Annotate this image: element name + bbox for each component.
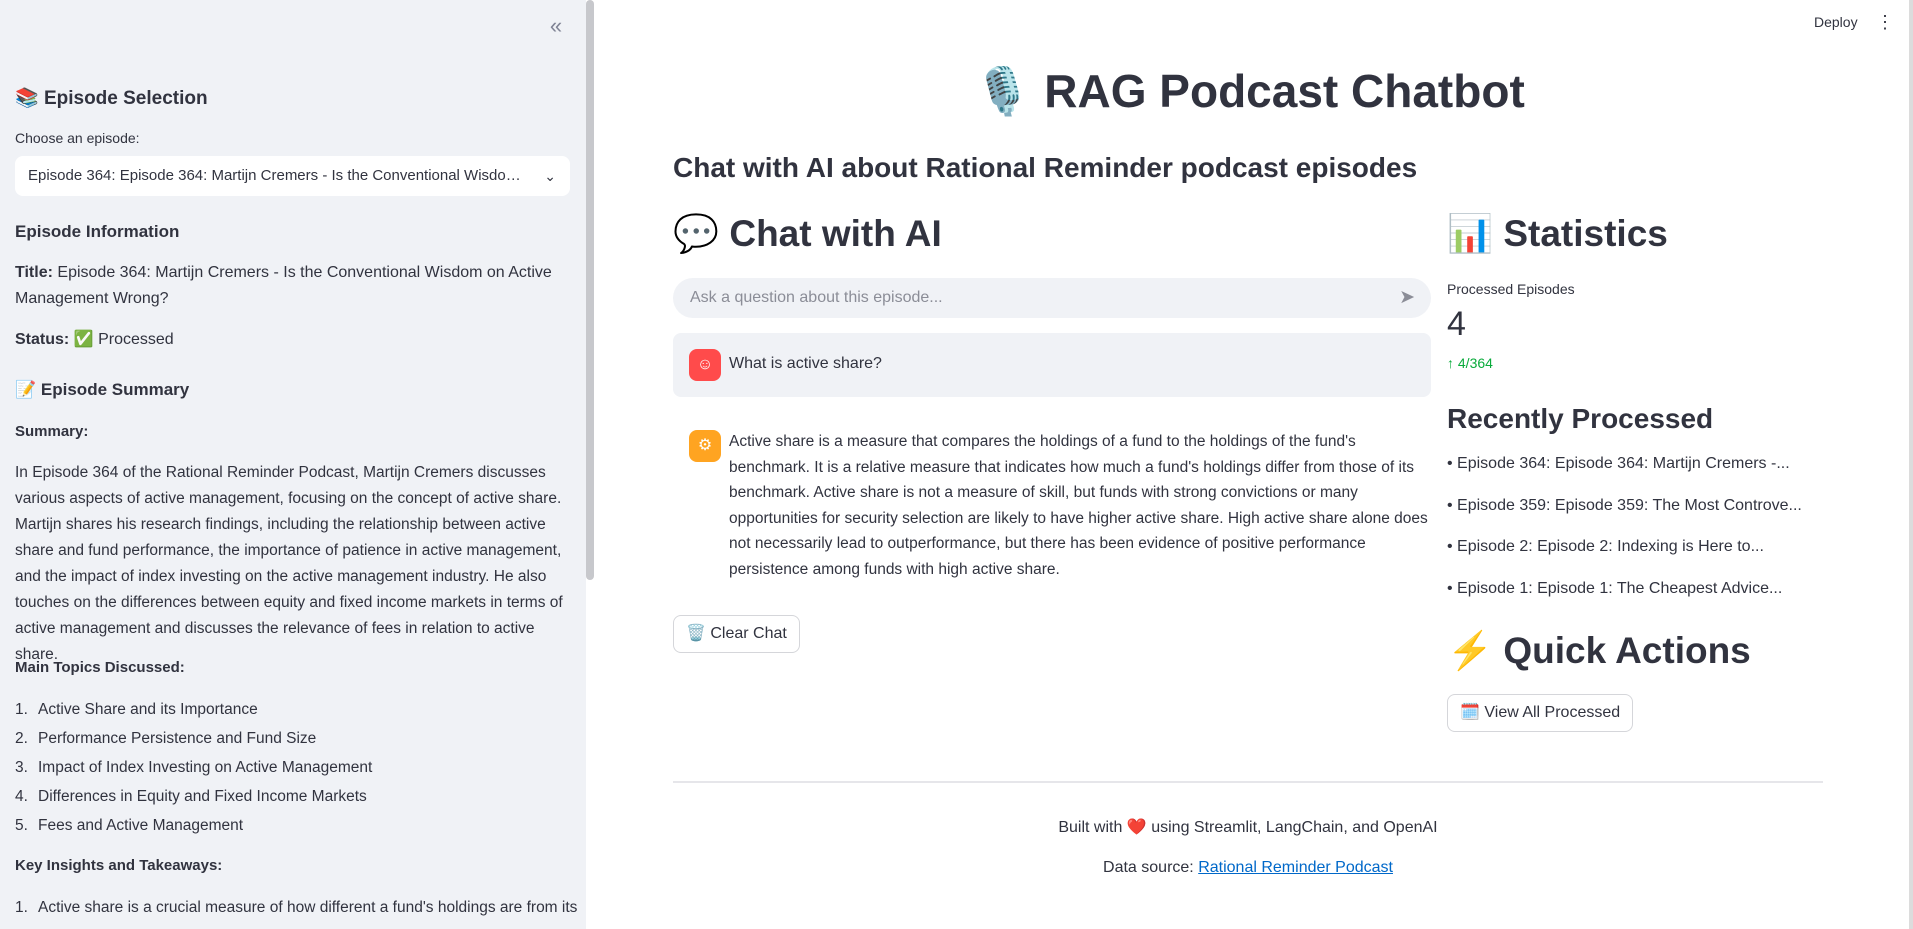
user-message: ☺ What is active share? [673, 333, 1431, 397]
recently-processed-heading: Recently Processed [1447, 403, 1714, 434]
view-all-processed-label: View All Processed [1484, 704, 1621, 721]
built-prefix: Built with [1058, 819, 1123, 836]
chat-input-placeholder: Ask a question about this episode... [690, 289, 943, 306]
books-icon: 📚 [15, 88, 39, 109]
episode-select-value: Episode 364: Episode 364: Martijn Cremer… [28, 167, 570, 184]
topic-text: Differences in Equity and Fixed Income M… [38, 788, 367, 805]
check-icon: ✅ [73, 331, 94, 348]
episode-select[interactable]: Episode 364: Episode 364: Martijn Cremer… [15, 156, 570, 196]
summary-label-text: Summary: [15, 423, 89, 440]
memo-icon: 📝 [15, 380, 37, 399]
status-label: Status: [15, 331, 70, 348]
topics-label-text: Main Topics Discussed: [15, 659, 185, 676]
heart-icon: ❤️ [1126, 819, 1147, 836]
more-menu-icon[interactable]: ⋮ [1876, 12, 1894, 33]
list-item: • Episode 1: Episode 1: The Cheapest Adv… [1447, 580, 1783, 597]
list-item: 2. Performance Persistence and Fund Size [15, 730, 317, 747]
chat-heading: 💬 Chat with AI [673, 213, 942, 256]
processed-episodes-label: Processed Episodes [1447, 281, 1575, 297]
list-item: 1. Active Share and its Importance [15, 701, 258, 718]
deploy-button[interactable]: Deploy [1814, 14, 1858, 30]
summary-text: In Episode 364 of the Rational Reminder … [15, 464, 563, 663]
title-value: Episode 364: Martijn Cremers - Is the Co… [15, 264, 552, 307]
insight-text: Active share is a crucial measure of how… [38, 899, 578, 916]
episode-title-field: Title: Episode 364: Martijn Cremers - Is… [15, 260, 570, 312]
collapse-sidebar-icon[interactable]: « [544, 14, 568, 38]
page-subtitle: Chat with AI about Rational Reminder pod… [673, 152, 1418, 183]
list-item: 5. Fees and Active Management [15, 817, 244, 834]
footer-divider [673, 781, 1823, 783]
episode-summary-heading: 📝 Episode Summary [15, 380, 189, 400]
statistics-heading: 📊 Statistics [1447, 213, 1668, 256]
chat-input[interactable]: Ask a question about this episode... ➤ [673, 278, 1431, 318]
topic-text: Fees and Active Management [38, 817, 244, 834]
quick-actions-heading-text: Quick Actions [1503, 630, 1751, 671]
topics-list: 1. Active Share and its Importance 2. Perf… [15, 695, 570, 840]
delta-value: 4/364 [1457, 355, 1493, 371]
title-label: Title: [15, 264, 53, 281]
page-title: 🎙️ RAG Podcast Chatbot [586, 64, 1913, 119]
data-source-link[interactable]: Rational Reminder Podcast [1198, 859, 1393, 876]
topics-label: Main Topics Discussed: [15, 655, 570, 681]
choose-episode-label: Choose an episode: [15, 130, 140, 146]
chat-heading-text: Chat with AI [729, 213, 942, 254]
footer-data-source: Data source: Rational Reminder Podcast [673, 859, 1823, 877]
footer-built-with: Built with ❤️ using Streamlit, LangChain… [673, 817, 1823, 837]
episode-selection-heading-text: Episode Selection [43, 88, 208, 109]
quick-actions-heading: ⚡ Quick Actions [1447, 630, 1751, 673]
list-item: 4. Differences in Equity and Fixed Income… [15, 788, 367, 805]
insights-list: 1. Active share is a crucial measure of h… [15, 893, 578, 922]
list-item: • Episode 364: Episode 364: Martijn Crem… [1447, 455, 1790, 472]
user-message-text: What is active share? [729, 355, 882, 372]
episode-summary-heading-text: Episode Summary [40, 380, 190, 399]
trash-icon: 🗑️ [686, 625, 706, 642]
chevron-down-icon[interactable]: ⌄ [544, 156, 556, 196]
clear-chat-button[interactable]: 🗑️ Clear Chat [673, 615, 800, 653]
topic-text: Active Share and its Importance [38, 701, 258, 718]
assistant-message-text: Active share is a measure that compares … [729, 433, 1428, 578]
processed-episodes-delta: ↑ 4/364 [1447, 355, 1493, 371]
calendar-icon: 🗓️ [1460, 704, 1480, 721]
page-title-text: RAG Podcast Chatbot [1044, 65, 1525, 117]
assistant-avatar-icon: ⚙ [689, 430, 721, 462]
list-item: • Episode 359: Episode 359: The Most Con… [1447, 497, 1802, 514]
window-edge [1909, 0, 1913, 929]
processed-episodes-value: 4 [1447, 305, 1466, 343]
clear-chat-label: Clear Chat [710, 625, 787, 642]
episode-selection-heading: 📚 Episode Selection [15, 86, 208, 110]
speech-bubble-icon: 💬 [673, 213, 720, 254]
view-all-processed-button[interactable]: 🗓️ View All Processed [1447, 694, 1634, 732]
built-suffix: using Streamlit, LangChain, and OpenAI [1151, 819, 1438, 836]
data-source-label: Data source: [1103, 859, 1194, 876]
topic-text: Impact of Index Investing on Active Mana… [38, 759, 373, 776]
microphone-icon: 🎙️ [974, 65, 1032, 117]
send-icon[interactable]: ➤ [1399, 278, 1415, 318]
episode-status-field: Status: ✅ Processed [15, 327, 570, 353]
statistics-heading-text: Statistics [1503, 213, 1668, 254]
user-avatar-icon: ☺ [689, 349, 721, 381]
bar-chart-icon: 📊 [1447, 213, 1494, 254]
episode-information-heading: Episode Information [15, 222, 180, 241]
sidebar: « 📚 Episode Selection Choose an episode:… [0, 0, 586, 929]
summary-label: Summary: [15, 419, 570, 445]
list-item: • Episode 2: Episode 2: Indexing is Here… [1447, 538, 1764, 555]
status-value: Processed [98, 331, 174, 348]
list-item: 3. Impact of Index Investing on Active Ma… [15, 759, 373, 776]
topic-text: Performance Persistence and Fund Size [38, 730, 317, 747]
arrow-up-icon: ↑ [1447, 355, 1454, 371]
insights-label: Key Insights and Takeaways: [15, 853, 570, 879]
lightning-icon: ⚡ [1447, 630, 1494, 671]
list-item: 1. Active share is a crucial measure of h… [15, 899, 578, 916]
insights-label-text: Key Insights and Takeaways: [15, 857, 223, 874]
